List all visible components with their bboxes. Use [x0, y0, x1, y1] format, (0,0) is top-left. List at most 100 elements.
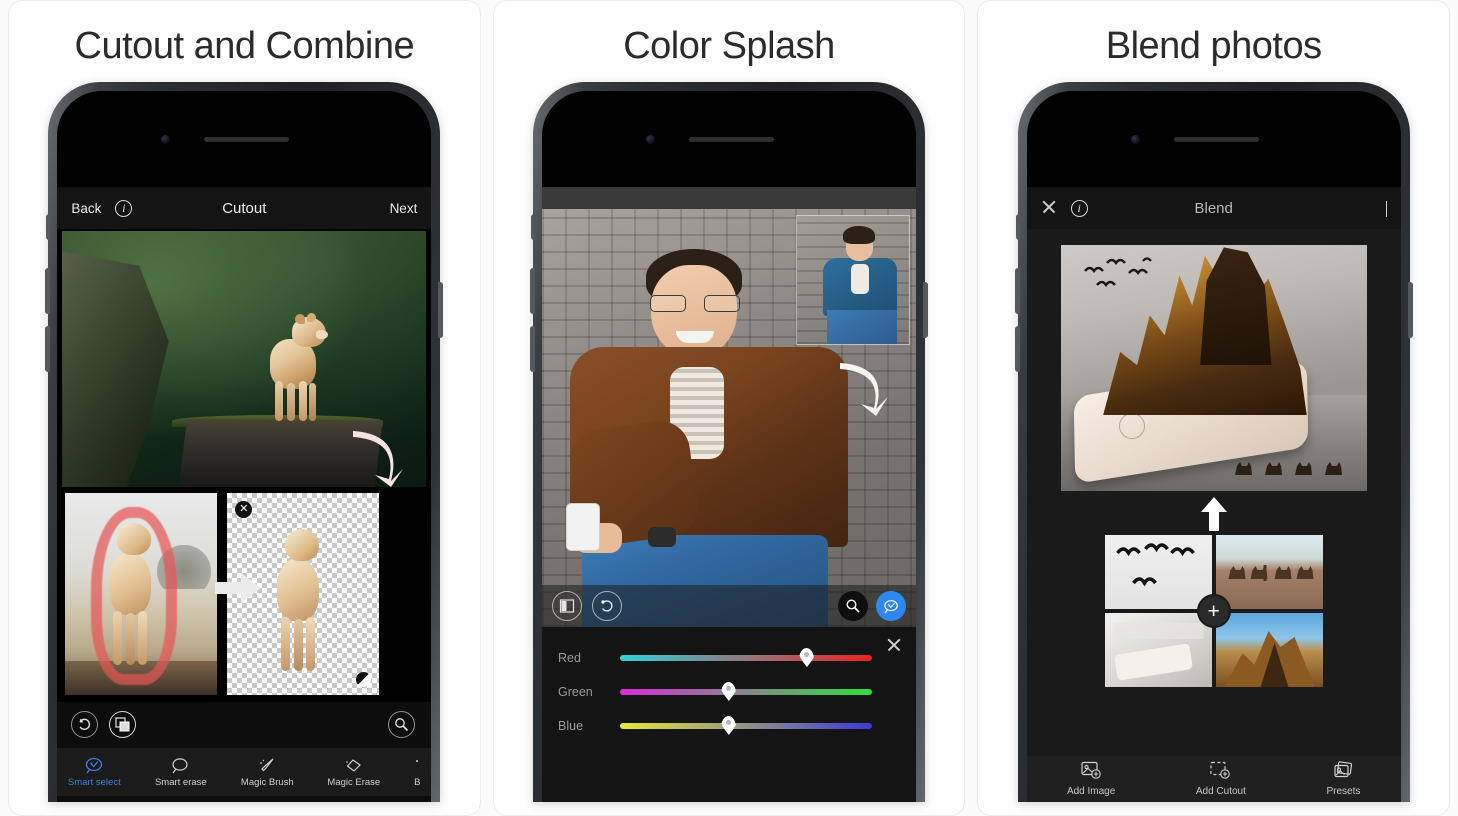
- arrow-up-icon: [1200, 497, 1227, 531]
- layer-thumb-phone[interactable]: [1104, 613, 1212, 687]
- magic-erase-icon: [344, 756, 363, 774]
- volume-up-button: [1014, 268, 1020, 314]
- phone-screen-bezel: Red Green Blue: [542, 91, 916, 802]
- back-button[interactable]: Back: [71, 201, 101, 216]
- compare-button[interactable]: [552, 591, 582, 621]
- layer-thumb-camels[interactable]: [1215, 535, 1323, 609]
- tab-add-cutout[interactable]: Add Cutout: [1196, 761, 1246, 797]
- screenshot-gallery: Cutout and Combine Back i Cutout Next ✕ …: [0, 0, 1458, 816]
- app-screen: i Blend + Add Image Add Cutout Presets: [1026, 187, 1401, 802]
- layer-thumb-birds[interactable]: [1104, 535, 1212, 609]
- zoom-button[interactable]: [388, 711, 416, 738]
- blue-slider-track[interactable]: [620, 723, 872, 729]
- red-slider-track[interactable]: [620, 655, 872, 661]
- front-camera-icon: [1130, 135, 1140, 144]
- transparency-button[interactable]: [109, 711, 137, 738]
- tab-label: Smart select: [67, 777, 121, 788]
- slider-row-green: Green: [542, 675, 916, 709]
- tab-more-tools[interactable]: B: [409, 756, 425, 788]
- close-sliders-button[interactable]: [886, 637, 902, 658]
- volume-up-button: [530, 268, 535, 314]
- tab-label: Add Cutout: [1195, 786, 1246, 797]
- phone-mockup: Red Green Blue: [530, 82, 928, 802]
- layer-thumb-mountain[interactable]: [1215, 613, 1323, 687]
- rotate-handle-icon[interactable]: [356, 672, 372, 687]
- magic-brush-icon: [258, 756, 277, 774]
- tab-magic-brush[interactable]: Magic Brush: [236, 756, 298, 788]
- birds-overlay-icon: [1083, 257, 1152, 288]
- layers-transparency-icon: [115, 717, 130, 732]
- tab-label: Presets: [1326, 786, 1361, 797]
- arrow-right-icon: [215, 573, 262, 603]
- phone-top-bezel: [542, 91, 916, 187]
- add-image-icon: [1081, 761, 1102, 782]
- phone-top-bezel: [57, 91, 432, 187]
- green-slider-track[interactable]: [620, 689, 872, 695]
- zoom-magnifier-icon: [395, 718, 409, 732]
- blue-slider-knob[interactable]: [721, 716, 736, 735]
- info-circle-icon[interactable]: i: [1070, 199, 1088, 217]
- birds-icon: [1115, 543, 1195, 587]
- more-tools-icon: [414, 756, 420, 774]
- power-button: [923, 282, 928, 338]
- phone-photo-icon: [1113, 623, 1204, 681]
- color-splash-canvas[interactable]: [542, 209, 916, 627]
- panel-cutout-and-combine: Cutout and Combine Back i Cutout Next ✕ …: [8, 0, 481, 816]
- power-button: [1407, 282, 1413, 338]
- add-layer-button[interactable]: +: [1196, 594, 1231, 628]
- tab-smart-erase[interactable]: Smart erase: [150, 756, 212, 788]
- next-button[interactable]: Next: [390, 201, 418, 216]
- tab-label: Magic Brush: [240, 777, 294, 788]
- tab-label: B: [414, 777, 421, 788]
- tab-presets[interactable]: Presets: [1326, 761, 1360, 797]
- tab-add-image[interactable]: Add Image: [1067, 761, 1115, 797]
- volume-down-button: [45, 326, 51, 372]
- undo-icon: [79, 718, 91, 731]
- canvas-control-bar: [542, 585, 916, 627]
- confirm-button[interactable]: [1385, 200, 1387, 217]
- slider-label: Red: [558, 651, 581, 665]
- rock-face: [62, 251, 169, 487]
- green-slider-knob[interactable]: [721, 682, 736, 701]
- undo-button[interactable]: [71, 711, 99, 738]
- mountain-icon: [1224, 631, 1315, 687]
- smart-select-icon: [883, 599, 898, 613]
- info-circle-icon[interactable]: i: [115, 199, 133, 217]
- tab-magic-erase[interactable]: Magic Erase: [323, 756, 385, 788]
- panel-title: Blend photos: [1105, 25, 1322, 67]
- zoom-button[interactable]: [838, 591, 868, 621]
- curved-arrow-icon: [840, 363, 888, 416]
- mute-switch: [1015, 214, 1020, 240]
- close-button[interactable]: [1041, 199, 1057, 218]
- red-slider-knob[interactable]: [799, 648, 814, 667]
- selection-stroke: [91, 507, 178, 685]
- smart-select-button[interactable]: [876, 591, 906, 621]
- tab-smart-select[interactable]: Smart select: [63, 756, 125, 788]
- app-screen: Back i Cutout Next ✕ Smart select Smart …: [57, 187, 432, 802]
- tool-tab-bar: Smart select Smart erase Magic Brush Mag…: [57, 748, 432, 796]
- original-photo-inset[interactable]: [796, 215, 910, 345]
- phone-top-bezel: [1026, 91, 1401, 187]
- close-badge-icon[interactable]: ✕: [235, 501, 253, 518]
- smart-select-icon: [85, 756, 104, 774]
- close-icon: [886, 637, 902, 653]
- phone-screen-bezel: i Blend + Add Image Add Cutout Presets: [1026, 91, 1401, 802]
- mute-switch: [531, 214, 535, 240]
- blend-workspace: + Add Image Add Cutout Presets: [1026, 229, 1401, 802]
- add-cutout-icon: [1210, 761, 1231, 782]
- cutout-canvas[interactable]: [57, 229, 432, 487]
- earpiece-speaker: [689, 137, 774, 142]
- source-photo-thumb[interactable]: [65, 493, 218, 695]
- tab-label: Smart erase: [154, 777, 207, 788]
- phone-mockup: i Blend + Add Image Add Cutout Presets: [1014, 82, 1413, 802]
- panel-blend-photos: Blend photos i Blend + Add Image Add Cut…: [977, 0, 1451, 816]
- cutout-lioness: [271, 525, 327, 675]
- earpiece-speaker: [204, 137, 290, 142]
- cutout-before-after: ✕: [57, 487, 432, 702]
- volume-down-button: [530, 326, 535, 372]
- slider-row-blue: Blue: [542, 709, 916, 743]
- undo-button[interactable]: [592, 591, 622, 621]
- front-camera-icon: [646, 135, 655, 144]
- panel-title: Cutout and Combine: [74, 25, 415, 67]
- blend-preview[interactable]: [1060, 245, 1367, 491]
